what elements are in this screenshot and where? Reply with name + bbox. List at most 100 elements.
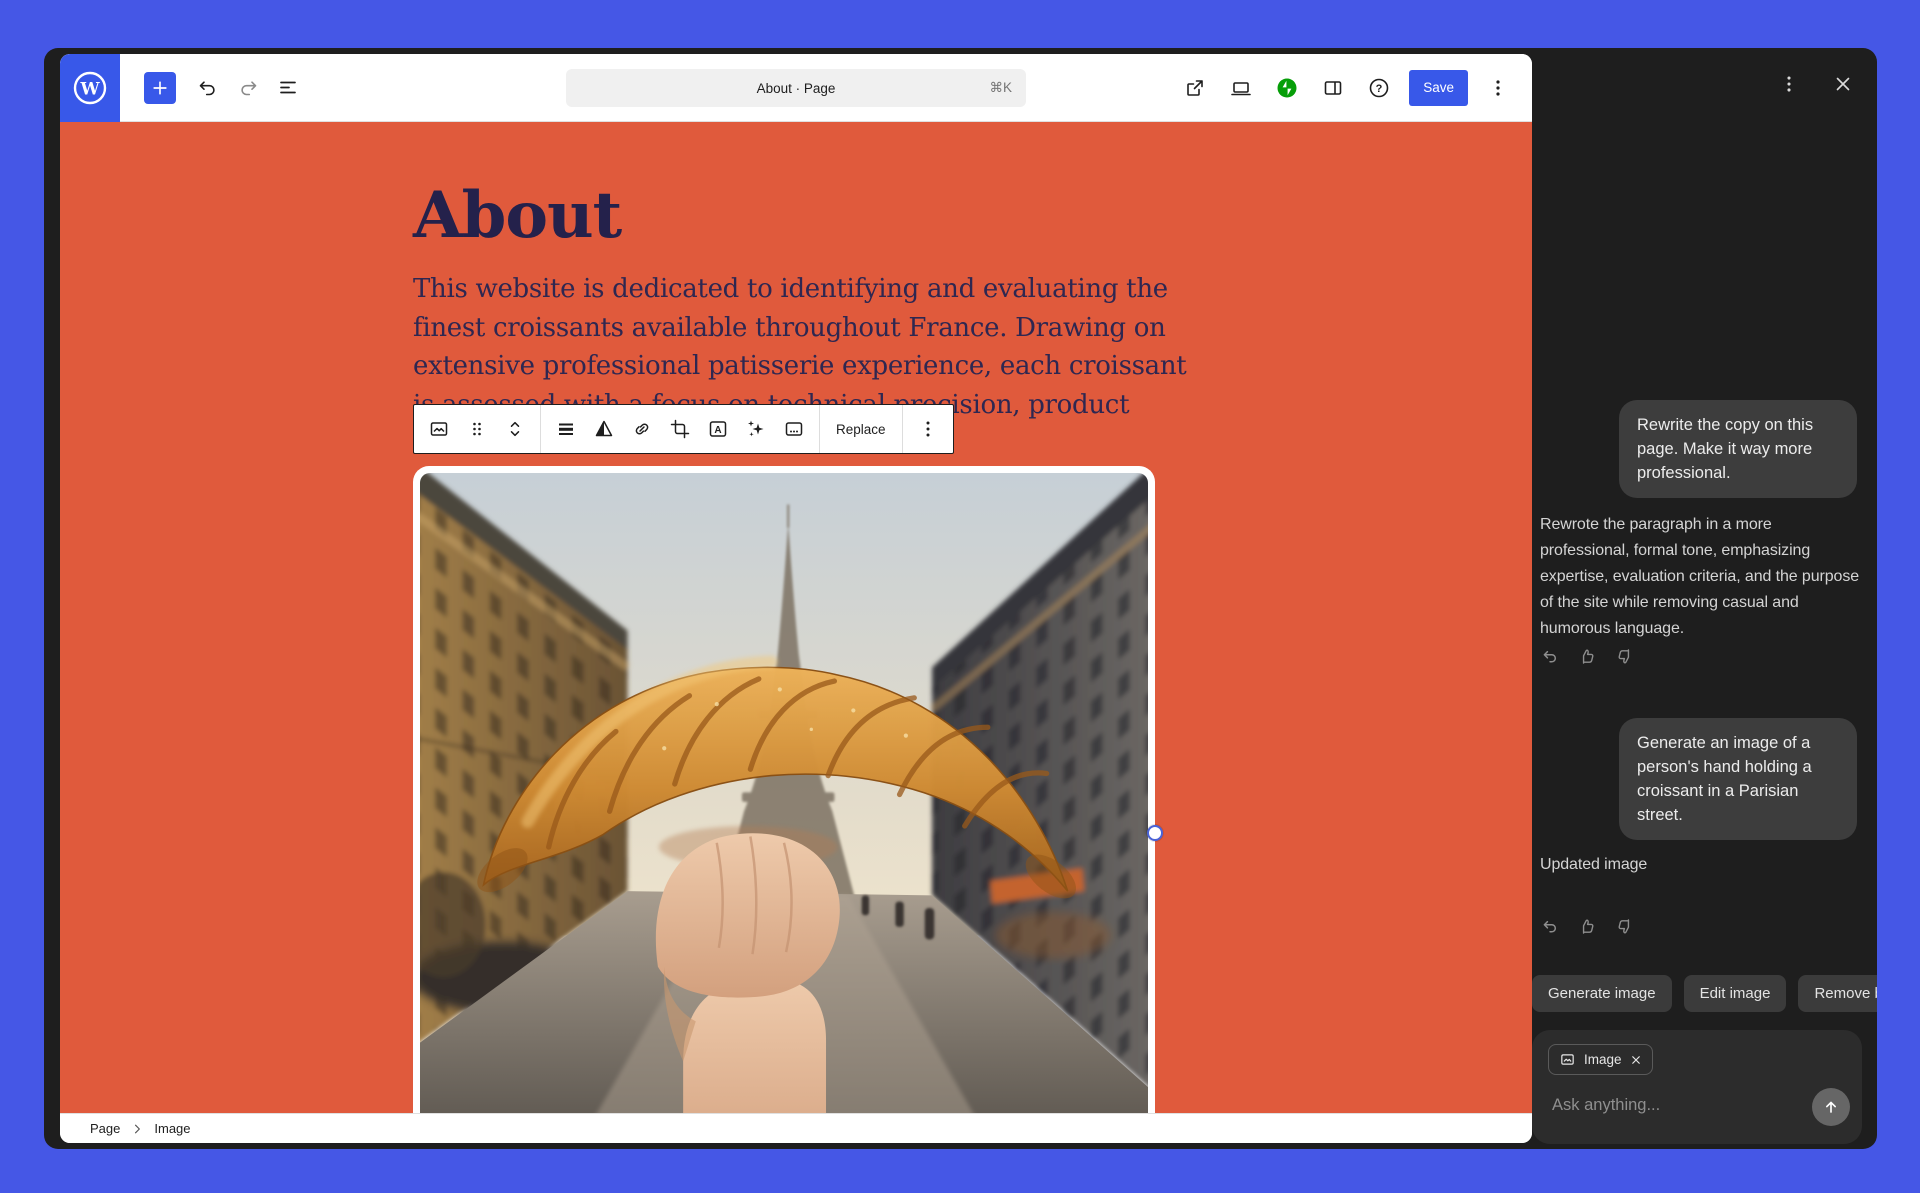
text-in-box-icon: A	[706, 417, 730, 441]
thumbs-up-button[interactable]	[1577, 646, 1598, 672]
thumbs-down-button[interactable]	[1614, 916, 1635, 942]
remove-background-button[interactable]: Remove b	[1798, 975, 1877, 1012]
document-bar[interactable]: About · Page ⌘K	[566, 69, 1026, 107]
paragraph-line: finest croissants available throughout F…	[413, 309, 1186, 348]
page-paragraph[interactable]: This website is dedicated to identifying…	[413, 270, 1186, 424]
undo-icon	[196, 76, 220, 100]
croissant-photo	[420, 473, 1148, 1113]
block-inserter-button[interactable]	[144, 72, 176, 104]
redo-button[interactable]	[228, 68, 268, 108]
breadcrumb-page[interactable]: Page	[90, 1121, 120, 1136]
list-view-icon	[276, 76, 300, 100]
regenerate-button[interactable]	[1540, 916, 1561, 942]
duotone-icon	[592, 417, 616, 441]
link-button[interactable]	[623, 405, 661, 453]
paragraph-line: extensive professional patisserie experi…	[413, 347, 1186, 386]
move-up-down-icon	[503, 417, 527, 441]
settings-panel-toggle[interactable]	[1313, 68, 1353, 108]
generate-image-button[interactable]: Generate image	[1532, 975, 1672, 1012]
thumbs-up-icon	[1577, 646, 1598, 667]
move-block-buttons[interactable]	[496, 405, 534, 453]
caption-icon	[782, 417, 806, 441]
wordpress-editor: W About · Page ⌘K	[60, 54, 1532, 1143]
drag-handle[interactable]	[458, 405, 496, 453]
app-window: W About · Page ⌘K	[44, 48, 1877, 1149]
save-button[interactable]: Save	[1409, 70, 1468, 106]
laptop-icon	[1229, 76, 1253, 100]
thumbs-up-icon	[1577, 916, 1598, 937]
image-block-toolbar: A Replace	[413, 404, 954, 454]
send-button[interactable]	[1812, 1088, 1850, 1126]
redo-icon	[236, 76, 260, 100]
desktop-frame: W About · Page ⌘K	[0, 0, 1920, 1193]
edit-image-button[interactable]: Edit image	[1684, 975, 1787, 1012]
command-shortcut: ⌘K	[989, 80, 1012, 96]
crop-icon	[668, 417, 692, 441]
ellipsis-vertical-icon	[1778, 73, 1800, 95]
paragraph-line: This website is dedicated to identifying…	[413, 270, 1186, 309]
image-icon	[427, 417, 451, 441]
editor-top-bar: W About · Page ⌘K	[60, 54, 1532, 122]
help-icon: ?	[1367, 76, 1391, 100]
drag-handle-icon	[465, 417, 489, 441]
jetpack-icon	[1275, 76, 1299, 100]
svg-text:?: ?	[1376, 83, 1383, 95]
close-panel-button[interactable]	[1823, 64, 1863, 104]
crop-button[interactable]	[661, 405, 699, 453]
ai-assistant-panel: Rewrite the copy on this page. Make it w…	[1532, 48, 1877, 1149]
ellipsis-vertical-icon	[1486, 76, 1510, 100]
ask-anything-input[interactable]	[1552, 1096, 1782, 1115]
chip-label: Image	[1584, 1052, 1622, 1067]
caption-button[interactable]	[775, 405, 813, 453]
message-actions	[1540, 646, 1635, 672]
alt-text-button[interactable]: A	[699, 405, 737, 453]
thumbs-down-button[interactable]	[1614, 646, 1635, 672]
breadcrumb-image[interactable]: Image	[154, 1121, 190, 1136]
jetpack-button[interactable]	[1267, 68, 1307, 108]
view-site-button[interactable]	[1175, 68, 1215, 108]
document-overview-button[interactable]	[268, 68, 308, 108]
message-actions	[1540, 916, 1635, 942]
suggestion-buttons: Generate image Edit image Remove b	[1532, 975, 1877, 1012]
image-attachment-chip[interactable]: Image	[1548, 1044, 1653, 1075]
wordpress-logo[interactable]: W	[60, 54, 120, 122]
ai-assistant-button[interactable]	[737, 405, 775, 453]
chat-composer[interactable]: Image	[1532, 1030, 1862, 1144]
image-block-type-button[interactable]	[420, 405, 458, 453]
page-canvas: About This website is dedicated to ident…	[60, 122, 1532, 1113]
sidebar-toggle-icon	[1321, 76, 1345, 100]
align-button[interactable]	[547, 405, 585, 453]
duotone-filter-button[interactable]	[585, 405, 623, 453]
help-button[interactable]: ?	[1359, 68, 1399, 108]
regenerate-button[interactable]	[1540, 646, 1561, 672]
block-breadcrumb: Page Image	[60, 1113, 1532, 1143]
undo-icon	[1540, 916, 1561, 937]
sparkles-icon	[744, 417, 768, 441]
assistant-message: Rewrote the paragraph in a more professi…	[1540, 512, 1864, 642]
plus-icon	[149, 77, 171, 99]
svg-text:W: W	[79, 79, 100, 99]
close-icon	[1832, 73, 1854, 95]
align-icon	[554, 417, 578, 441]
user-message: Rewrite the copy on this page. Make it w…	[1619, 400, 1857, 498]
chevron-right-icon	[130, 1122, 144, 1136]
image-block[interactable]	[413, 466, 1155, 1113]
undo-button[interactable]	[188, 68, 228, 108]
arrow-up-icon	[1821, 1097, 1841, 1117]
panel-options-button[interactable]	[1769, 64, 1809, 104]
ellipsis-vertical-icon	[916, 417, 940, 441]
document-title: About · Page	[757, 81, 836, 96]
thumbs-up-button[interactable]	[1577, 916, 1598, 942]
block-options-button[interactable]	[909, 405, 947, 453]
page-title-heading[interactable]: About	[413, 178, 621, 253]
user-message: Generate an image of a person's hand hol…	[1619, 718, 1857, 840]
remove-attachment-icon[interactable]	[1630, 1054, 1642, 1066]
link-icon	[630, 417, 654, 441]
replace-button[interactable]: Replace	[820, 405, 902, 453]
image-resize-handle[interactable]	[1147, 825, 1163, 841]
svg-text:A: A	[714, 425, 721, 436]
image-icon	[1559, 1051, 1576, 1068]
device-preview-button[interactable]	[1221, 68, 1261, 108]
external-link-icon	[1183, 76, 1207, 100]
editor-options-button[interactable]	[1478, 68, 1518, 108]
